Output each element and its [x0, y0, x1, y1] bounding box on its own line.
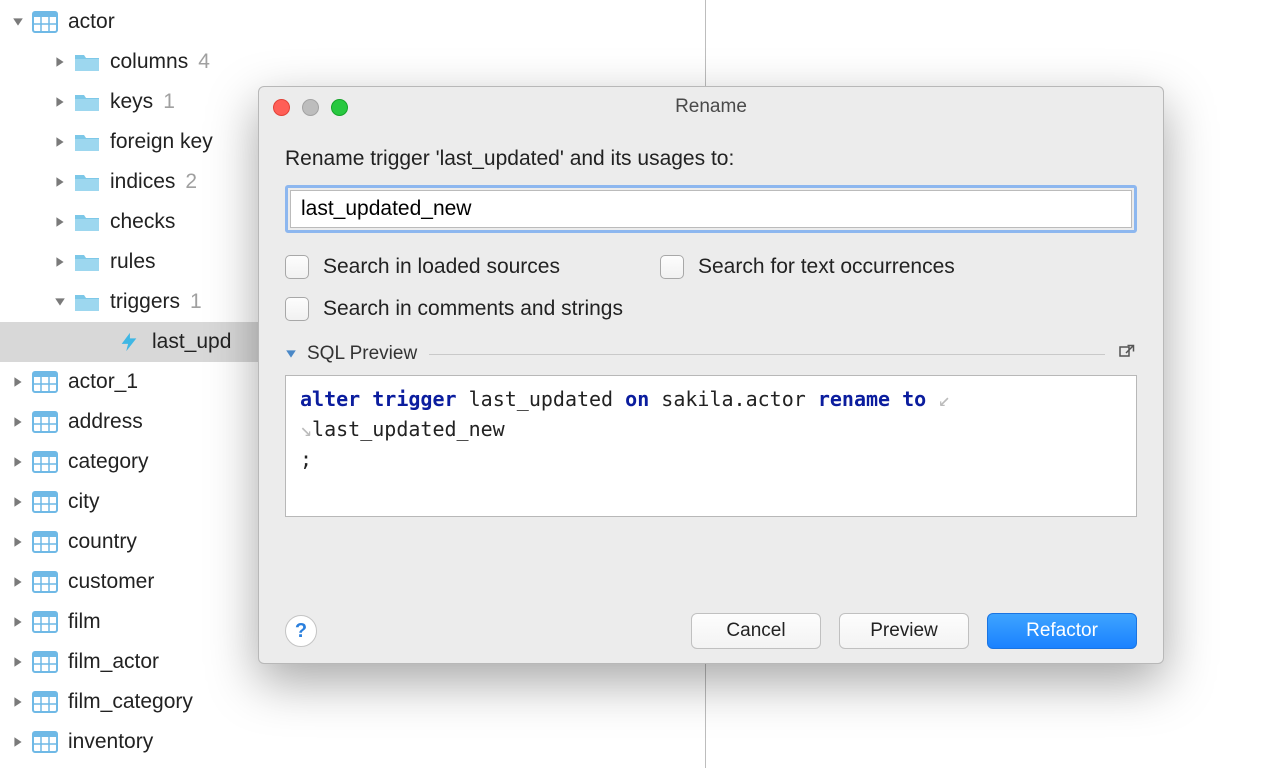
table-icon — [32, 11, 58, 33]
checkbox-icon[interactable] — [285, 297, 309, 321]
tree-label: address — [68, 410, 143, 434]
tree-label: film_actor — [68, 650, 159, 674]
wrap-indicator-icon: ↙ — [938, 387, 950, 411]
chevron-right-icon[interactable] — [10, 654, 26, 670]
chevron-right-icon[interactable] — [10, 614, 26, 630]
sql-preview-title: SQL Preview — [307, 343, 417, 365]
table-icon — [32, 651, 58, 673]
help-button[interactable]: ? — [285, 615, 317, 647]
chevron-right-icon[interactable] — [10, 494, 26, 510]
chevron-right-icon[interactable] — [10, 414, 26, 430]
table-icon — [32, 611, 58, 633]
tree-label: actor_1 — [68, 370, 138, 394]
checkbox-label: Search for text occurrences — [698, 255, 955, 279]
tree-item-film-category[interactable]: film_category — [0, 682, 700, 722]
table-icon — [32, 411, 58, 433]
checkbox-icon[interactable] — [285, 255, 309, 279]
tree-count: 1 — [163, 90, 175, 114]
table-icon — [32, 731, 58, 753]
trigger-icon — [116, 331, 142, 353]
cancel-button[interactable]: Cancel — [691, 613, 821, 649]
tree-item-columns[interactable]: columns 4 — [0, 42, 700, 82]
tree-label: indices — [110, 170, 175, 194]
chevron-right-icon[interactable] — [52, 54, 68, 70]
checkbox-search-comments-strings[interactable]: Search in comments and strings — [285, 297, 623, 321]
edit-icon[interactable] — [1117, 344, 1137, 364]
checkbox-icon[interactable] — [660, 255, 684, 279]
tree-count: 2 — [185, 170, 197, 194]
folder-icon — [74, 211, 100, 233]
checkbox-label: Search in loaded sources — [323, 255, 560, 279]
tree-label: inventory — [68, 730, 153, 754]
chevron-right-icon[interactable] — [10, 694, 26, 710]
tree-count: 4 — [198, 50, 210, 74]
chevron-right-icon[interactable] — [10, 534, 26, 550]
tree-label: country — [68, 530, 137, 554]
tree-label: keys — [110, 90, 153, 114]
rename-input[interactable] — [290, 190, 1132, 228]
sql-line: ↘last_updated_new — [300, 414, 1122, 444]
tree-label: film_category — [68, 690, 193, 714]
tree-count: 1 — [190, 290, 202, 314]
dialog-title: Rename — [259, 96, 1163, 118]
sql-preview-header[interactable]: SQL Preview — [285, 343, 1137, 365]
folder-icon — [74, 91, 100, 113]
checkbox-search-text-occurrences[interactable]: Search for text occurrences — [660, 255, 955, 279]
rename-input-wrapper — [285, 185, 1137, 233]
chevron-right-icon[interactable] — [52, 254, 68, 270]
tree-label: actor — [68, 10, 115, 34]
folder-icon — [74, 171, 100, 193]
tree-label: rules — [110, 250, 156, 274]
table-icon — [32, 491, 58, 513]
chevron-right-icon[interactable] — [10, 374, 26, 390]
checkbox-search-loaded-sources[interactable]: Search in loaded sources — [285, 255, 560, 279]
preview-button[interactable]: Preview — [839, 613, 969, 649]
tree-label: category — [68, 450, 149, 474]
table-icon — [32, 371, 58, 393]
tree-label: city — [68, 490, 100, 514]
chevron-down-icon[interactable] — [52, 294, 68, 310]
chevron-right-icon[interactable] — [10, 454, 26, 470]
sql-line: alter trigger last_updated on sakila.act… — [300, 384, 1122, 414]
chevron-right-icon[interactable] — [10, 734, 26, 750]
checkbox-label: Search in comments and strings — [323, 297, 623, 321]
tree-label: customer — [68, 570, 154, 594]
chevron-right-icon[interactable] — [52, 174, 68, 190]
tree-label: film — [68, 610, 101, 634]
sql-preview-box[interactable]: alter trigger last_updated on sakila.act… — [285, 375, 1137, 517]
sql-line: ; — [300, 444, 1122, 474]
tree-label: triggers — [110, 290, 180, 314]
folder-icon — [74, 51, 100, 73]
table-icon — [32, 531, 58, 553]
chevron-right-icon[interactable] — [52, 94, 68, 110]
chevron-right-icon[interactable] — [52, 134, 68, 150]
folder-icon — [74, 251, 100, 273]
chevron-down-icon[interactable] — [10, 14, 26, 30]
folder-icon — [74, 291, 100, 313]
wrap-indicator-icon: ↘ — [300, 417, 312, 441]
folder-icon — [74, 131, 100, 153]
chevron-right-icon[interactable] — [10, 574, 26, 590]
table-icon — [32, 691, 58, 713]
refactor-button[interactable]: Refactor — [987, 613, 1137, 649]
tree-label: last_upd — [152, 330, 231, 354]
tree-label: checks — [110, 210, 175, 234]
chevron-down-icon[interactable] — [285, 347, 299, 361]
rename-dialog: Rename Rename trigger 'last_updated' and… — [258, 86, 1164, 664]
tree-label: columns — [110, 50, 188, 74]
tree-item-actor[interactable]: actor — [0, 2, 700, 42]
tree-label: foreign key — [110, 130, 213, 154]
dialog-titlebar[interactable]: Rename — [259, 87, 1163, 127]
tree-item-inventory[interactable]: inventory — [0, 722, 700, 762]
rename-prompt: Rename trigger 'last_updated' and its us… — [285, 147, 1137, 171]
table-icon — [32, 571, 58, 593]
chevron-right-icon[interactable] — [52, 214, 68, 230]
table-icon — [32, 451, 58, 473]
